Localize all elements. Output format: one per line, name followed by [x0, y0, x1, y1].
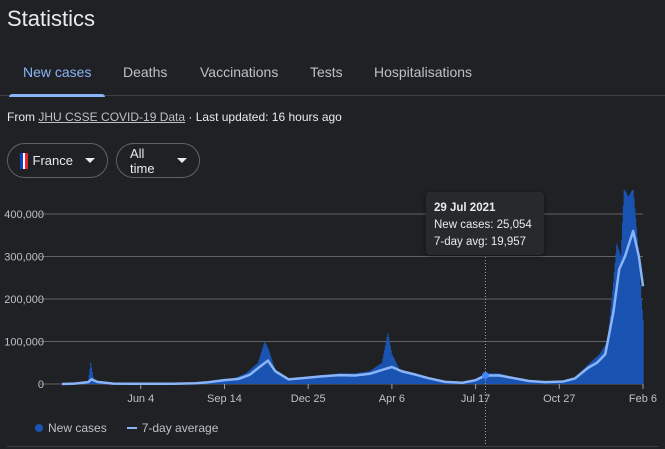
tooltip-date: 29 Jul 2021 — [434, 202, 496, 214]
x-tick-label: Dec 25 — [291, 393, 326, 405]
x-tick-label: Jun 4 — [127, 393, 154, 405]
avg-line — [61, 229, 645, 386]
legend-avg: 7-day average — [141, 421, 219, 435]
divider — [7, 446, 658, 447]
tooltip-avg: 7-day avg: 19,957 — [434, 236, 527, 248]
y-tick-label: 200,000 — [4, 294, 44, 306]
x-tick-label: Feb 6 — [629, 393, 657, 405]
y-tick-label: 400,000 — [4, 209, 44, 221]
x-tick-label: Sep 14 — [207, 393, 242, 405]
tooltip-new-cases: New cases: 25,054 — [434, 219, 532, 231]
y-tick-label: 300,000 — [4, 252, 44, 264]
new-cases-bar — [642, 320, 644, 384]
x-tick-label: Oct 27 — [543, 393, 575, 405]
y-tick-label: 100,000 — [4, 337, 44, 349]
new-cases-legend-dot-icon — [35, 424, 43, 432]
avg-legend-line-icon — [126, 427, 137, 429]
y-tick-label: 0 — [38, 379, 44, 391]
chart-tooltip: 29 Jul 2021 New cases: 25,054 7-day avg:… — [426, 192, 544, 255]
legend-new-cases: New cases — [48, 421, 107, 435]
cases-chart[interactable]: 0 100,000 200,000 300,000 400,000 Jun 4 Sep 14… — [0, 0, 665, 449]
x-tick-label: Apr 6 — [379, 393, 405, 405]
hover-point — [481, 372, 489, 380]
chart-legend: New cases 7-day average — [35, 421, 218, 435]
